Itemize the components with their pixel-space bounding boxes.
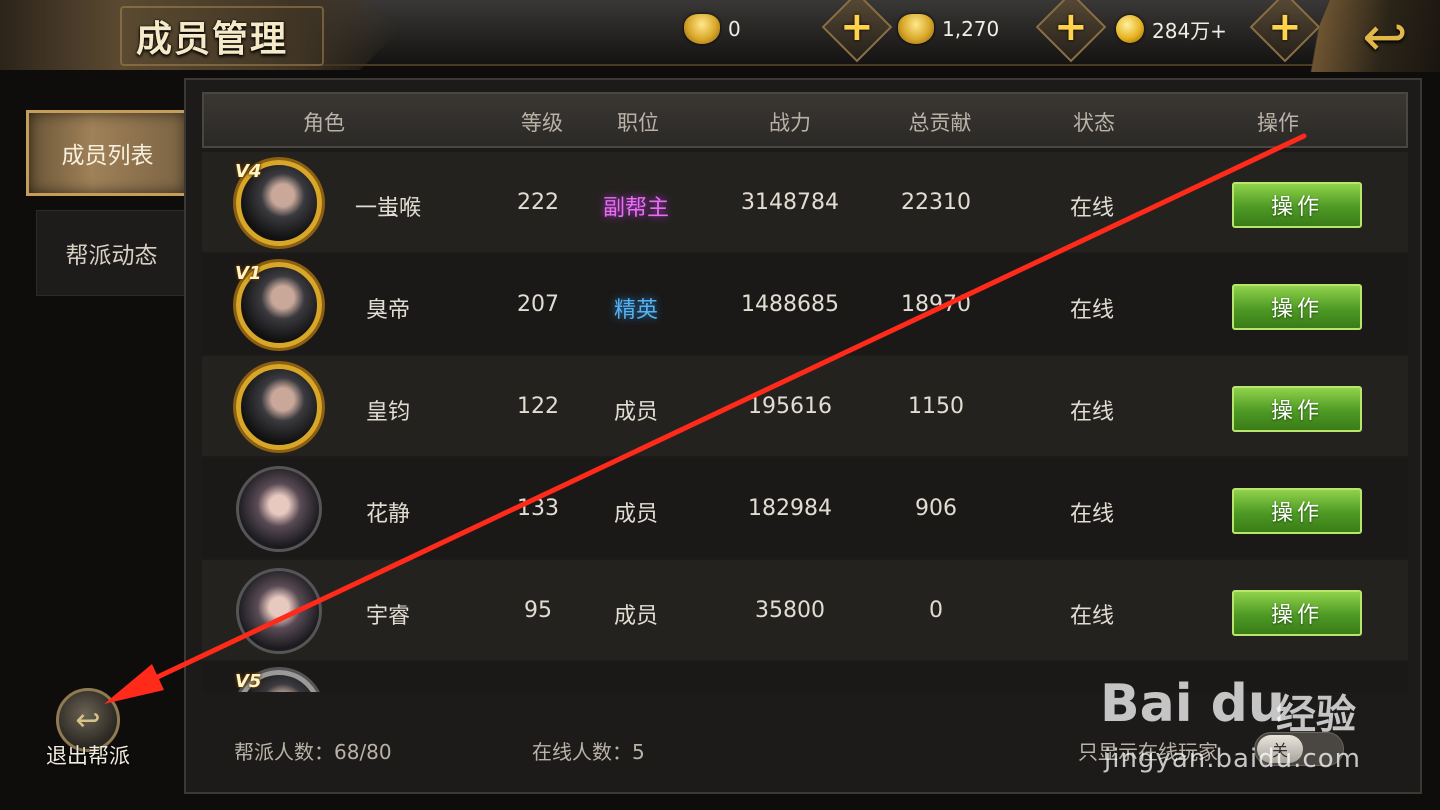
member-level: 95 [524, 598, 552, 623]
exit-arrow-icon: ↩ [75, 702, 101, 738]
column-header-power: 战力 [769, 111, 811, 135]
column-header-contribution: 总贡献 [908, 111, 972, 135]
operate-button[interactable]: 操作 [1232, 284, 1362, 330]
return-arrow-icon: ↩ [1362, 4, 1408, 68]
plus-icon: + [840, 3, 874, 50]
vip-badge: V1 [235, 263, 262, 284]
plus-icon: + [1268, 3, 1302, 50]
copper-coin-icon [1116, 15, 1144, 43]
online-only-toggle[interactable]: 关 [1254, 732, 1344, 766]
member-level: 207 [517, 292, 559, 317]
member-panel: 角色 等级 职位 战力 总贡献 状态 操作 V4 一蚩喉 222 副帮主 314… [184, 78, 1422, 794]
operate-button[interactable]: 操作 [1232, 488, 1362, 534]
member-level: 133 [517, 496, 559, 521]
add-gold-ingot-button[interactable]: + [821, 0, 893, 63]
member-name: 一蚩喉 [354, 196, 422, 221]
avatar[interactable] [236, 364, 322, 450]
vip-badge: V4 [235, 161, 262, 182]
table-row: V1 臭帝 207 精英 1488685 18970 在线 操作 [202, 254, 1408, 354]
avatar[interactable]: V4 [235, 160, 322, 246]
member-contribution: 906 [915, 496, 957, 521]
tab-label: 帮派动态 [65, 243, 158, 269]
table-header: 角色 等级 职位 战力 总贡献 状态 操作 [202, 92, 1408, 148]
avatar[interactable] [236, 466, 322, 552]
leave-guild-label: 退出帮派 [46, 744, 130, 768]
currency-value: 284万+ [1152, 18, 1227, 43]
toggle-knob: 关 [1257, 735, 1303, 763]
currency-value: 1,270 [942, 17, 1000, 41]
member-status: 在线 [1069, 400, 1115, 425]
member-status: 在线 [1069, 298, 1115, 323]
column-header-action: 操作 [1257, 111, 1299, 135]
avatar[interactable]: V1 [235, 262, 322, 348]
top-bar: 成员管理 0 + 1,270 + 284万+ + ↩ [0, 0, 1440, 72]
member-name: 宇睿 [365, 604, 411, 629]
column-header-status: 状态 [1073, 111, 1115, 135]
member-name: 臭帝 [365, 298, 411, 323]
member-list[interactable]: V4 一蚩喉 222 副帮主 3148784 22310 在线 操作 V1 臭帝… [202, 152, 1408, 692]
member-position: 精英 [613, 298, 659, 323]
currency-gold-ingot: 0 [684, 10, 741, 48]
member-contribution: 1150 [908, 394, 964, 419]
gold-ingot-icon [684, 14, 720, 44]
tab-label: 成员列表 [61, 143, 154, 169]
operate-button[interactable]: 操作 [1232, 590, 1362, 636]
member-status: 在线 [1069, 502, 1115, 527]
avatar[interactable]: V5 [235, 670, 322, 692]
member-name: 花静 [365, 502, 411, 527]
online-count: 在线人数：5 [532, 740, 645, 764]
member-position: 成员 [613, 604, 659, 629]
column-header-level: 等级 [521, 111, 563, 135]
vip-badge: V5 [235, 671, 262, 692]
member-position: 成员 [613, 502, 659, 527]
member-contribution: 0 [929, 598, 943, 623]
add-bound-gold-button[interactable]: + [1035, 0, 1107, 63]
member-count: 帮派人数：68/80 [234, 740, 392, 764]
bound-gold-icon [898, 14, 934, 44]
operate-button[interactable]: 操作 [1232, 386, 1362, 432]
table-row: 皇钧 122 成员 195616 1150 在线 操作 [202, 356, 1408, 456]
table-row: V4 一蚩喉 222 副帮主 3148784 22310 在线 操作 [202, 152, 1408, 252]
member-contribution: 18970 [901, 292, 971, 317]
member-level: 122 [517, 394, 559, 419]
column-header-role: 角色 [303, 111, 345, 135]
page-title: 成员管理 [136, 19, 289, 60]
currency-bound-gold: 1,270 [898, 10, 999, 48]
table-row: 宇睿 95 成员 35800 0 在线 操作 [202, 560, 1408, 660]
member-level: 222 [517, 190, 559, 215]
table-row: 花静 133 成员 182984 906 在线 操作 [202, 458, 1408, 558]
tab-guild-news[interactable]: 帮派动态 [36, 210, 186, 296]
member-power: 35800 [755, 598, 825, 623]
member-power: 3148784 [741, 190, 839, 215]
back-button[interactable]: ↩ [1300, 0, 1440, 72]
plus-icon: + [1054, 3, 1088, 50]
member-contribution: 22310 [901, 190, 971, 215]
avatar[interactable] [236, 568, 322, 654]
member-power: 195616 [748, 394, 832, 419]
member-power: 1488685 [741, 292, 839, 317]
member-name: 皇钧 [365, 400, 411, 425]
member-status: 在线 [1069, 196, 1115, 221]
member-position: 成员 [613, 400, 659, 425]
currency-coin: 284万+ [1116, 10, 1227, 48]
operate-button[interactable]: 操作 [1232, 182, 1362, 228]
member-position: 副帮主 [602, 196, 670, 221]
online-only-label: 只显示在线玩家 [1078, 740, 1218, 764]
tab-member-list[interactable]: 成员列表 [26, 110, 186, 196]
column-header-position: 职位 [617, 111, 659, 135]
member-status: 在线 [1069, 604, 1115, 629]
member-power: 182984 [748, 496, 832, 521]
currency-value: 0 [728, 17, 741, 41]
table-row: V5 [202, 662, 1408, 692]
